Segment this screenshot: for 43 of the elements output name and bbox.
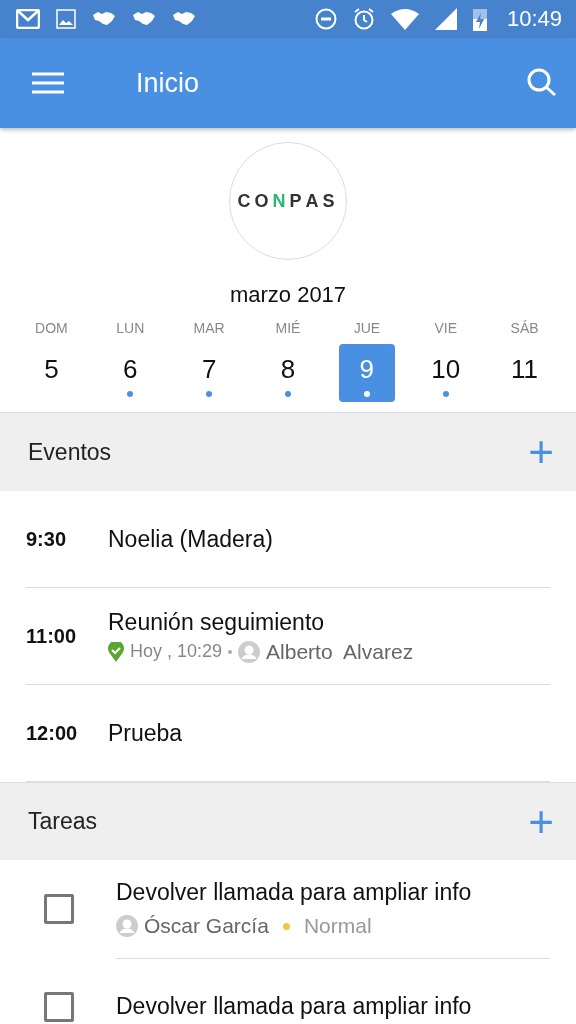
weekday-label: MAR bbox=[193, 320, 225, 336]
event-time: 9:30 bbox=[26, 527, 68, 551]
day-button[interactable]: 7 bbox=[181, 344, 238, 402]
weekday-label: VIE bbox=[434, 320, 457, 336]
priority-label: Normal bbox=[303, 914, 372, 938]
task-checkbox[interactable] bbox=[44, 992, 74, 1022]
person-icon bbox=[238, 640, 261, 663]
event-time: 11:00 bbox=[26, 624, 78, 648]
weekday-label: SÁB bbox=[510, 320, 539, 336]
person-name: Alberto Alvarez bbox=[266, 639, 414, 664]
event-title[interactable]: Noelia (Madera) bbox=[108, 525, 273, 553]
wifi-icon bbox=[390, 8, 419, 30]
day-button[interactable]: 10 bbox=[417, 344, 474, 402]
weekday-label: DOM bbox=[35, 320, 68, 336]
person-name: Óscar García bbox=[144, 914, 269, 938]
weekday-label: LUN bbox=[116, 320, 145, 336]
section-title: Tareas bbox=[28, 808, 98, 835]
signal-icon bbox=[434, 8, 457, 30]
mail-icon bbox=[16, 9, 40, 29]
person-icon bbox=[116, 915, 138, 937]
day-button[interactable]: 8 bbox=[260, 344, 316, 402]
month-title: marzo 2017 bbox=[228, 282, 348, 308]
day-button[interactable]: 11 bbox=[496, 344, 553, 402]
task-checkbox[interactable] bbox=[44, 894, 74, 924]
image-icon bbox=[56, 9, 76, 29]
event-title[interactable]: Prueba bbox=[108, 719, 183, 747]
checkin-time: Hoy , 10:29 bbox=[130, 641, 223, 662]
separator-dot-icon bbox=[228, 649, 233, 654]
clock-time: 10:49 bbox=[506, 6, 562, 32]
day-button[interactable]: 5 bbox=[23, 344, 80, 402]
app-bar-title: Inicio bbox=[136, 67, 201, 99]
task-title[interactable]: Devolver llamada para ampliar info bbox=[116, 993, 550, 1020]
alarm-icon bbox=[352, 7, 375, 31]
weekday-label: MIÉ bbox=[275, 320, 301, 336]
day-button[interactable]: 6 bbox=[102, 344, 159, 402]
section-title: Eventos bbox=[28, 438, 112, 466]
task-title[interactable]: Devolver llamada para ampliar info bbox=[116, 879, 550, 906]
event-title[interactable]: Reunión seguimiento bbox=[108, 608, 414, 636]
weekday-label: JUE bbox=[353, 320, 381, 336]
event-time: 12:00 bbox=[26, 721, 79, 745]
battery-charging-icon bbox=[472, 7, 487, 31]
do-not-disturb-icon bbox=[314, 8, 337, 30]
check-pin-icon bbox=[108, 641, 124, 662]
